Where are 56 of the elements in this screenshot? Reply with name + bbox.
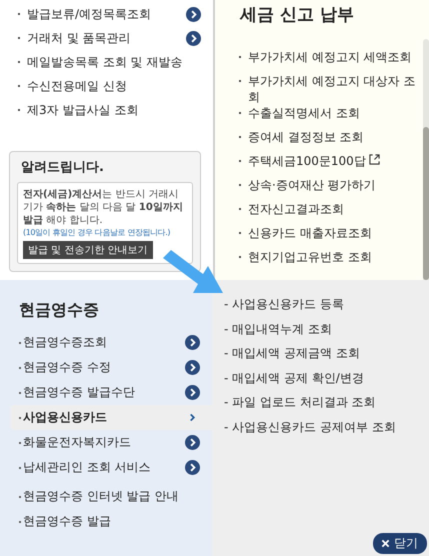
menu-item[interactable]: 현금영수증 발급 bbox=[10, 509, 212, 534]
submenu-link[interactable]: - 매입내역누계 조회 bbox=[224, 322, 332, 336]
menu-label: 현금영수증 발급 bbox=[23, 513, 111, 530]
guide-button[interactable]: 발급 및 전송기한 안내보기 bbox=[23, 241, 153, 259]
menu-link[interactable]: 발급보류/예정목록조회 bbox=[27, 6, 152, 22]
chevron-circle-icon[interactable] bbox=[186, 30, 201, 46]
menu-label: 현금영수증 수정 bbox=[23, 359, 111, 376]
notice-title: 알려드립니다. bbox=[21, 159, 105, 176]
menu-item[interactable]: 현금영수증조회 bbox=[10, 330, 212, 355]
menu-link[interactable]: 부가가치세 예정고지 대상자 조회 bbox=[248, 73, 423, 105]
close-button[interactable]: 닫기 bbox=[373, 533, 427, 554]
menu-label: 현금영수증조회 bbox=[23, 334, 107, 351]
menu-item[interactable]: 현금영수증 수정 bbox=[10, 355, 212, 380]
menu-label: 현금영수증 인터넷 발급 안내 bbox=[23, 488, 178, 505]
section-title: 현금영수증 bbox=[18, 299, 100, 321]
menu-item[interactable]: 현금영수증 발급수단 bbox=[10, 380, 212, 405]
menu-label: 납세관리인 조회 서비스 bbox=[23, 459, 151, 476]
menu-link[interactable]: 전자신고결과조회 bbox=[248, 201, 423, 217]
menu-item[interactable]: 납세관리인 조회 서비스 bbox=[10, 455, 212, 480]
pointer-arrow bbox=[163, 250, 223, 294]
chevron-circle-icon bbox=[185, 385, 200, 400]
notice-text: 전자(세금)계산서는 반드시 거래시기가 속하는 달의 다음 달 10일까지 발급 해야 합니다. bbox=[23, 188, 184, 227]
menu-link[interactable]: 수출실적명세서 조회 bbox=[248, 105, 423, 121]
submenu-link[interactable]: - 파일 업로드 처리결과 조회 bbox=[224, 395, 376, 409]
notice-note: (10일이 휴일인 경우 다음날로 연장됩니다.) bbox=[23, 227, 172, 238]
external-link-icon bbox=[368, 154, 380, 165]
close-icon bbox=[381, 539, 390, 548]
chevron-icon bbox=[189, 413, 196, 422]
submenu-link[interactable]: - 매입세액 공제금액 조회 bbox=[224, 346, 360, 360]
submenu-link[interactable]: - 매입세액 공제 확인/변경 bbox=[224, 370, 364, 384]
menu-link[interactable]: 신용카드 매출자료조회 bbox=[248, 225, 423, 241]
menu-label: 사업용신용카드 bbox=[23, 409, 107, 426]
chevron-circle-icon bbox=[185, 335, 200, 350]
scroll-thumb[interactable] bbox=[423, 127, 429, 280]
panel-title: 세금 신고 납부 bbox=[238, 4, 355, 27]
selected-menu-item[interactable]: 사업용신용카드 bbox=[10, 405, 212, 430]
menu-link[interactable]: 메일발송목록 조회 및 재발송 bbox=[27, 54, 182, 70]
submenu-link[interactable]: - 사업용신용카드 등록 bbox=[224, 297, 344, 311]
menu-item[interactable]: 현금영수증 인터넷 발급 안내 bbox=[10, 484, 212, 509]
submenu-link[interactable]: - 사업용신용카드 공제여부 조회 bbox=[224, 420, 396, 434]
chevron-circle-icon bbox=[185, 435, 200, 450]
menu-label: 화물운전자복지카드 bbox=[23, 434, 131, 451]
menu-item[interactable]: 화물운전자복지카드 bbox=[10, 430, 212, 455]
menu-link[interactable]: 제3자 발급사실 조회 bbox=[27, 102, 138, 118]
scrollbar[interactable] bbox=[423, 39, 429, 280]
chevron-circle-icon bbox=[185, 460, 200, 475]
menu-link[interactable]: 거래처 및 품목관리 bbox=[27, 30, 131, 46]
menu-link[interactable]: 부가가치세 예정고지 세액조회 bbox=[248, 49, 423, 65]
chevron-circle-icon bbox=[185, 360, 200, 375]
menu-link[interactable]: 증여세 결정정보 조회 bbox=[248, 129, 423, 145]
menu-link[interactable]: 상속·증여재산 평가하기 bbox=[248, 177, 423, 193]
menu-link[interactable]: 주택세금100문100답 bbox=[248, 153, 423, 169]
menu-link[interactable]: 수신전용메일 신청 bbox=[27, 78, 127, 94]
menu-label: 현금영수증 발급수단 bbox=[23, 384, 135, 401]
chevron-circle-icon[interactable] bbox=[186, 6, 201, 22]
menu-link[interactable]: 현지기업고유번호 조회 bbox=[248, 249, 423, 265]
